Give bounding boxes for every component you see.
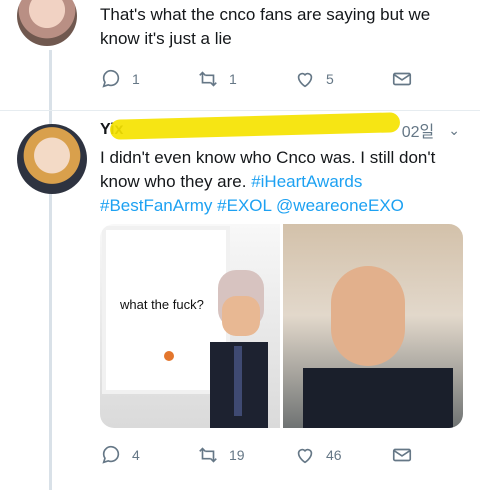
retweet-icon (199, 71, 217, 87)
reply-icon (102, 69, 120, 88)
message-icon (392, 72, 412, 86)
hashtag-link[interactable]: #BestFanArmy #EXOL @weareoneEXO (100, 196, 404, 215)
retweet-count: 1 (229, 71, 237, 87)
reply-count: 4 (132, 447, 140, 463)
person-illustration (210, 270, 268, 428)
chevron-down-icon[interactable]: ⌄ (448, 122, 460, 139)
retweet-count: 19 (229, 447, 245, 463)
message-icon (392, 448, 412, 462)
like-count: 5 (326, 71, 334, 87)
media-grid[interactable]: what the fuck? (100, 224, 463, 428)
like-button[interactable]: 46 (294, 444, 391, 466)
retweet-button[interactable]: 19 (197, 444, 294, 466)
person-illustration (303, 368, 453, 428)
tweet-date[interactable]: 02일 (402, 118, 435, 142)
sticker-dot (164, 351, 174, 361)
reply-button[interactable]: 4 (100, 444, 197, 466)
like-count: 46 (326, 447, 342, 463)
like-button[interactable]: 5 (294, 68, 391, 90)
media-image-right[interactable] (283, 224, 463, 428)
like-icon (297, 72, 313, 88)
reply-count: 1 (132, 71, 140, 87)
caption-sign: what the fuck? (106, 230, 226, 390)
tweet-divider (0, 110, 480, 111)
tweet-actions: 4 19 46 (100, 443, 430, 467)
media-image-left[interactable]: what the fuck? (100, 224, 280, 428)
avatar[interactable] (17, 124, 87, 194)
thread-line (49, 50, 52, 490)
reply-button[interactable]: 1 (100, 68, 197, 90)
tweet-actions: 1 1 5 (100, 67, 430, 91)
caption-text: what the fuck? (120, 297, 204, 312)
person-illustration (331, 266, 405, 366)
reply-icon (102, 445, 120, 464)
like-icon (297, 448, 313, 464)
tweet-text: That's what the cnco fans are saying but… (100, 5, 431, 48)
avatar[interactable] (17, 0, 77, 46)
retweet-button[interactable]: 1 (197, 68, 294, 90)
retweet-icon (199, 447, 217, 463)
tweet-text: I didn't even know who Cnco was. I still… (100, 146, 460, 218)
hashtag-link[interactable]: #iHeartAwards (251, 172, 362, 191)
message-button[interactable] (391, 444, 423, 466)
message-button[interactable] (391, 68, 423, 90)
